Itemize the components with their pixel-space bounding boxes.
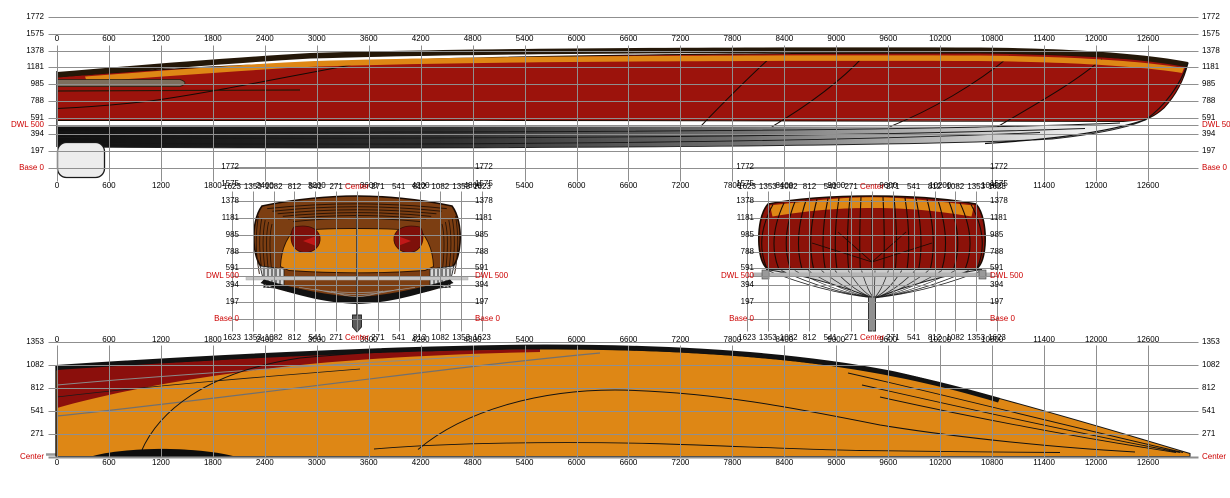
profile-bottom-band [57, 120, 1146, 148]
plan-view[interactable] [46, 345, 1190, 457]
drawing-layer [0, 0, 1230, 498]
fwd-chine-knob-left [762, 270, 769, 279]
fwd-chine-knob-right [979, 270, 986, 279]
profile-stern-appendage [58, 143, 105, 178]
profile-cockpit-step [57, 80, 185, 87]
linesplan-canvas[interactable]: 0000600600600600120012001200120018001800… [0, 0, 1230, 498]
profile-view[interactable] [57, 47, 1188, 177]
aft-red-patch-right [394, 226, 423, 253]
